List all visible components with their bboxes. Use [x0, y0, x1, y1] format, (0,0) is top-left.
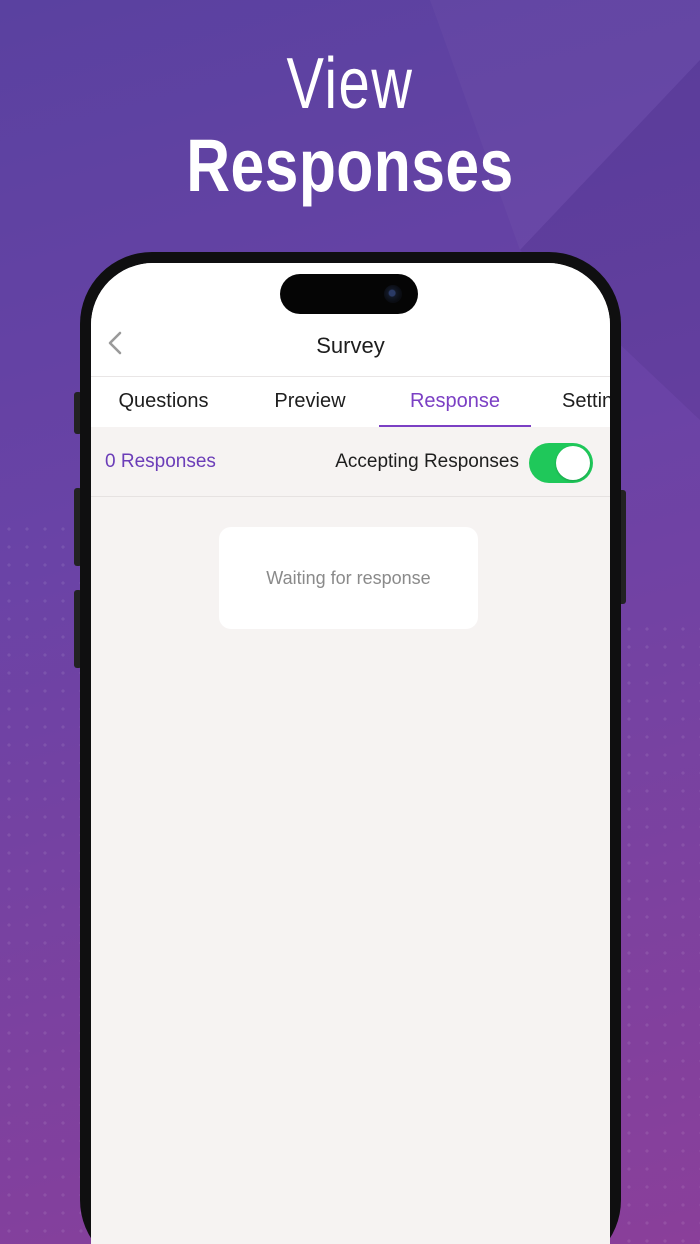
navigation-bar: Survey — [91, 263, 610, 376]
dynamic-island — [280, 274, 418, 314]
headline-line-1: View — [286, 44, 414, 124]
page-title: Survey — [316, 333, 385, 358]
responses-count[interactable]: 0 Responses — [105, 449, 216, 475]
empty-state-message: Waiting for response — [266, 567, 431, 588]
tab-preview[interactable]: Preview — [236, 377, 384, 427]
tab-settings[interactable]: Settings — [562, 377, 610, 427]
camera-icon — [384, 285, 402, 303]
headline-line-2: Responses — [186, 124, 514, 207]
toggle-knob — [556, 446, 590, 480]
empty-state-card: Waiting for response — [219, 527, 478, 629]
dot-pattern-right — [620, 620, 700, 1244]
accepting-responses-label: Accepting Responses — [335, 451, 519, 472]
tab-questions[interactable]: Questions — [91, 377, 236, 427]
accepting-responses-toggle[interactable] — [529, 443, 593, 483]
phone-screen: Survey Questions Preview Response Settin… — [91, 263, 610, 1244]
response-status-row: 0 Responses Accepting Responses — [91, 427, 610, 497]
tab-response[interactable]: Response — [379, 377, 531, 427]
headline: View Responses — [0, 44, 700, 208]
tab-bar: Questions Preview Response Settings — [91, 376, 610, 427]
phone-frame: Survey Questions Preview Response Settin… — [80, 252, 621, 1244]
